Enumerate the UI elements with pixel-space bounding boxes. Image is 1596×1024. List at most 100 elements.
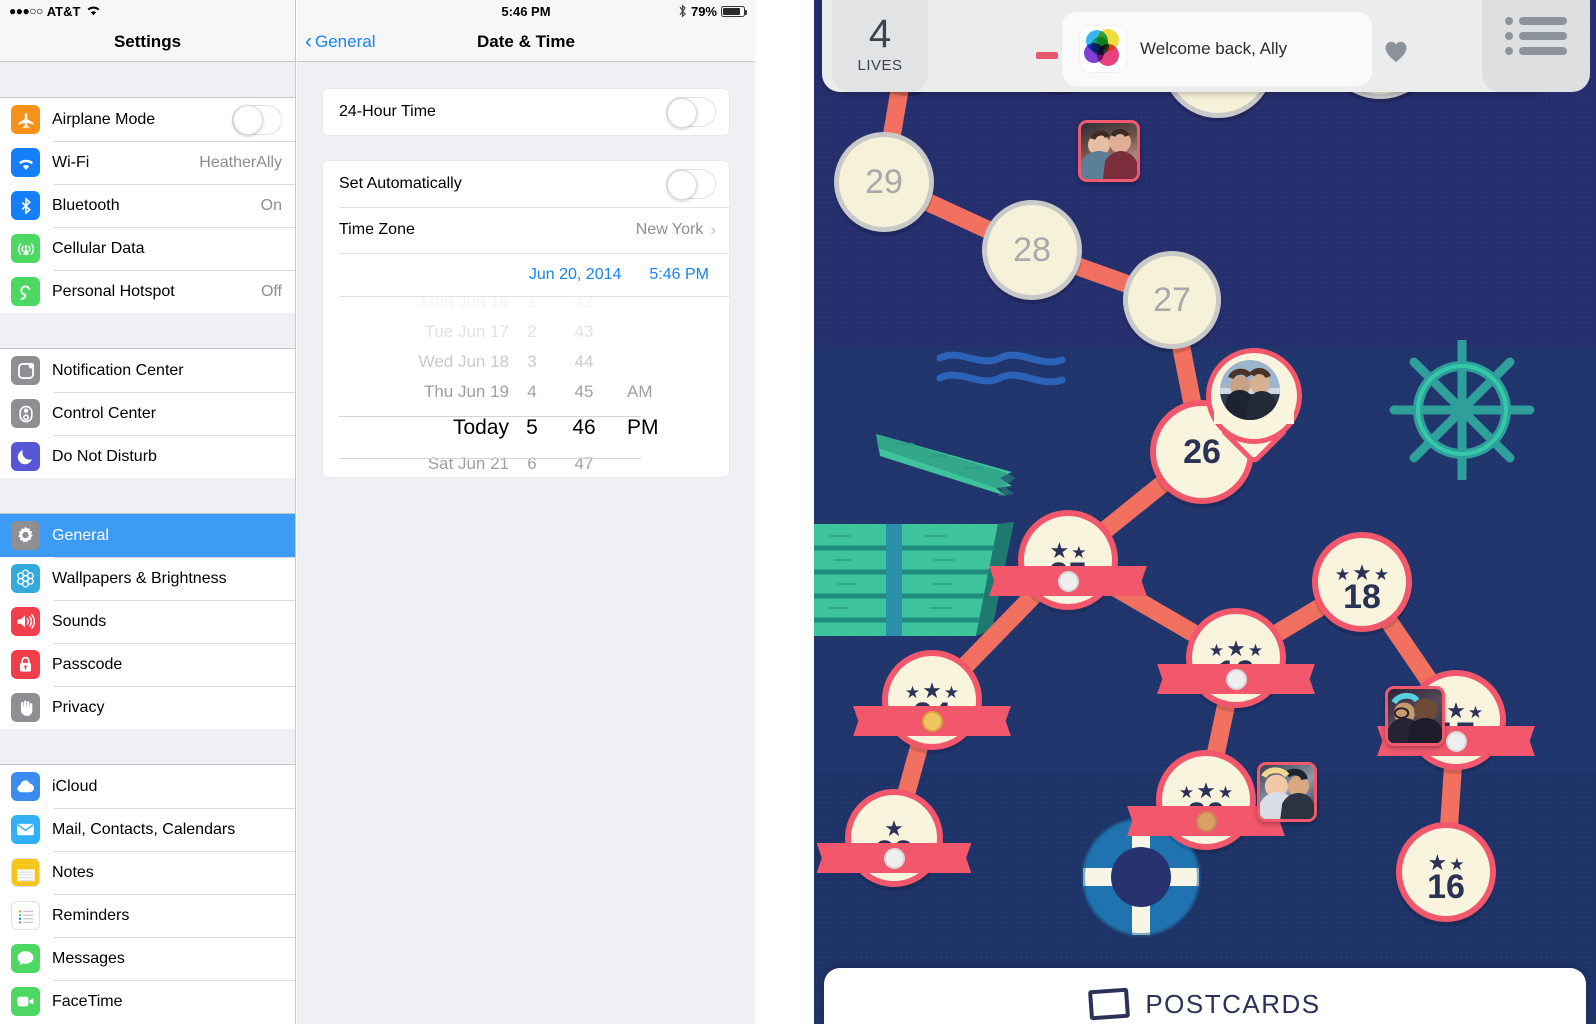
level-ribbon: [1169, 664, 1303, 694]
date-time-picker[interactable]: Mon Jun 16 1 42 Tue Jun 17 2 43 Wed Jun 18 3 44 T…: [323, 297, 729, 477]
sidebar-item-messages[interactable]: Messages: [0, 937, 295, 980]
level-node-25[interactable]: ★★25: [1001, 510, 1135, 610]
level-node-28[interactable]: 28: [982, 200, 1082, 300]
lives-indicator: 4 LIVES: [832, 0, 928, 92]
medal-icon: [1195, 810, 1217, 832]
date-time-selector-bar: Jun 20, 2014 5:46 PM: [323, 253, 729, 297]
sidebar-item-personal-hotspot[interactable]: Personal Hotspot Off: [0, 270, 295, 313]
picker-hour: 2: [527, 322, 537, 341]
toggle-24-hour-time[interactable]: [666, 97, 716, 128]
selected-time-button[interactable]: 5:46 PM: [649, 266, 709, 284]
cellular-icon: [11, 234, 40, 263]
sidebar-item-facetime[interactable]: FaceTime: [0, 980, 295, 1023]
toggle-airplane-mode[interactable]: [232, 104, 282, 135]
floating-plank-icon: [876, 434, 1016, 496]
back-button-label: General: [315, 31, 376, 51]
status-time: 5:46 PM: [501, 3, 551, 19]
picker-row[interactable]: Tue Jun 17 2 43: [323, 317, 729, 347]
sidebar-item-airplane-mode[interactable]: Airplane Mode: [0, 98, 295, 141]
sidebar-item-notes[interactable]: Notes: [0, 851, 295, 894]
sidebar-item-control-center[interactable]: Control Center: [0, 392, 295, 435]
level-node-23[interactable]: ★23: [828, 789, 960, 887]
sidebar-item-label: Passcode: [52, 655, 123, 673]
back-button[interactable]: ‹ General: [297, 31, 375, 52]
level-node-29[interactable]: 29: [834, 132, 934, 232]
sidebar-item-label: Personal Hotspot: [52, 282, 175, 300]
status-right-cluster: 79%: [678, 3, 747, 19]
picker-day: Today: [452, 416, 509, 439]
row-time-zone[interactable]: Time Zone New York ›: [323, 207, 729, 253]
menu-button[interactable]: [1482, 0, 1590, 92]
friend-photo-tile[interactable]: [1257, 762, 1317, 822]
picker-row[interactable]: Thu Jun 19 4 45 AM: [323, 377, 729, 407]
picker-row[interactable]: Sat Jun 21 6 47: [323, 449, 729, 477]
sidebar-item-do-not-disturb[interactable]: Do Not Disturb: [0, 435, 295, 478]
sidebar-item-label: Notes: [52, 863, 94, 881]
row-set-automatically-label: Set Automatically: [339, 175, 462, 192]
messages-icon: [11, 944, 40, 973]
picker-day: Thu Jun 19: [423, 382, 509, 401]
medal-icon: [1225, 668, 1247, 690]
selected-date-button[interactable]: Jun 20, 2014: [529, 266, 622, 284]
battery-percent: 79%: [690, 3, 717, 19]
picker-hour: 1: [527, 297, 537, 311]
sidebar-item-bluetooth[interactable]: Bluetooth On: [0, 184, 295, 227]
picker-row[interactable]: Mon Jun 16 1 42: [323, 297, 729, 317]
level-ribbon: [828, 843, 960, 873]
chevron-right-icon: ›: [710, 220, 716, 239]
sidebar-item-label: Sounds: [52, 612, 107, 630]
sidebar-item-mail-contacts-calendars[interactable]: Mail, Contacts, Calendars: [0, 808, 295, 851]
picker-ampm: PM: [627, 416, 659, 439]
friend-photo-tile[interactable]: [1385, 686, 1445, 746]
level-node-19[interactable]: ★★★19: [1169, 608, 1303, 708]
medal-icon: [883, 847, 905, 869]
row-24-hour-time[interactable]: 24-Hour Time: [323, 89, 729, 135]
row-set-automatically[interactable]: Set Automatically: [323, 161, 729, 207]
date-time-detail-pane: 5:46 PM 79% ‹ General Date & Time 24-Hou…: [297, 0, 755, 1024]
sidebar-item-wi-fi[interactable]: Wi-Fi HeatherAlly: [0, 141, 295, 184]
sidebar-item-value: Off: [260, 282, 282, 300]
sidebar-item-label: Do Not Disturb: [52, 447, 157, 465]
picker-minute: 43: [574, 322, 594, 341]
airplane-icon: [11, 105, 40, 134]
chevron-left-icon: ‹: [305, 30, 312, 53]
level-node-16[interactable]: ★ ★ 16: [1396, 822, 1496, 922]
sidebar-item-wallpapers-brightness[interactable]: Wallpapers & Brightness: [0, 557, 295, 600]
sidebar-item-notification-center[interactable]: Notification Center: [0, 349, 295, 392]
sidebar-item-reminders[interactable]: Reminders: [0, 894, 295, 937]
settings-group-separator: [0, 478, 295, 514]
speaker-icon: [11, 607, 40, 636]
sidebar-item-sounds[interactable]: Sounds: [0, 600, 295, 643]
level-node-27[interactable]: 27: [1123, 251, 1221, 349]
friend-photo-tile[interactable]: [1078, 120, 1140, 182]
picker-row[interactable]: Today 5 46 PM: [323, 407, 729, 449]
sidebar-item-cellular-data[interactable]: Cellular Data: [0, 227, 295, 270]
sidebar-item-label: Wi-Fi: [52, 153, 90, 171]
screenshot-root: ●●●○○ AT&T Settings Airplane Mode Wi-Fi He…: [0, 0, 1596, 1024]
sidebar-item-label: Notification Center: [52, 361, 184, 379]
current-player-map-pin[interactable]: [1206, 348, 1302, 468]
level-node-20[interactable]: ★★★20: [1139, 750, 1273, 850]
sidebar-item-icloud[interactable]: iCloud: [0, 765, 295, 808]
toggle-set-automatically[interactable]: [666, 169, 716, 200]
picker-hour: 3: [527, 352, 537, 371]
heart-icon[interactable]: [1384, 40, 1408, 63]
picker-minute: 42: [574, 297, 594, 311]
picker-row[interactable]: Wed Jun 18 3 44: [323, 347, 729, 377]
wave-lines-icon: [936, 351, 1066, 386]
hand-icon: [11, 693, 40, 722]
level-node-18[interactable]: ★ ★ ★ 18: [1312, 532, 1412, 632]
postcards-bottom-bar[interactable]: POSTCARDS: [824, 968, 1586, 1024]
sidebar-item-general[interactable]: General: [0, 514, 295, 557]
lives-count: 4: [868, 12, 892, 56]
ipad-status-bar: ●●●○○ AT&T: [0, 0, 295, 22]
wifi-icon: [11, 148, 40, 177]
sidebar-item-privacy[interactable]: Privacy: [0, 686, 295, 729]
signal-dots-icon: ●●●○○: [9, 4, 43, 18]
welcome-toast[interactable]: Welcome back, Ally: [1062, 12, 1372, 86]
player-avatar: [1220, 360, 1280, 420]
wallpaper-icon: [11, 564, 40, 593]
level-node-24[interactable]: ★★★24: [865, 650, 999, 750]
sidebar-item-label: FaceTime: [52, 992, 123, 1010]
sidebar-item-passcode[interactable]: Passcode: [0, 643, 295, 686]
